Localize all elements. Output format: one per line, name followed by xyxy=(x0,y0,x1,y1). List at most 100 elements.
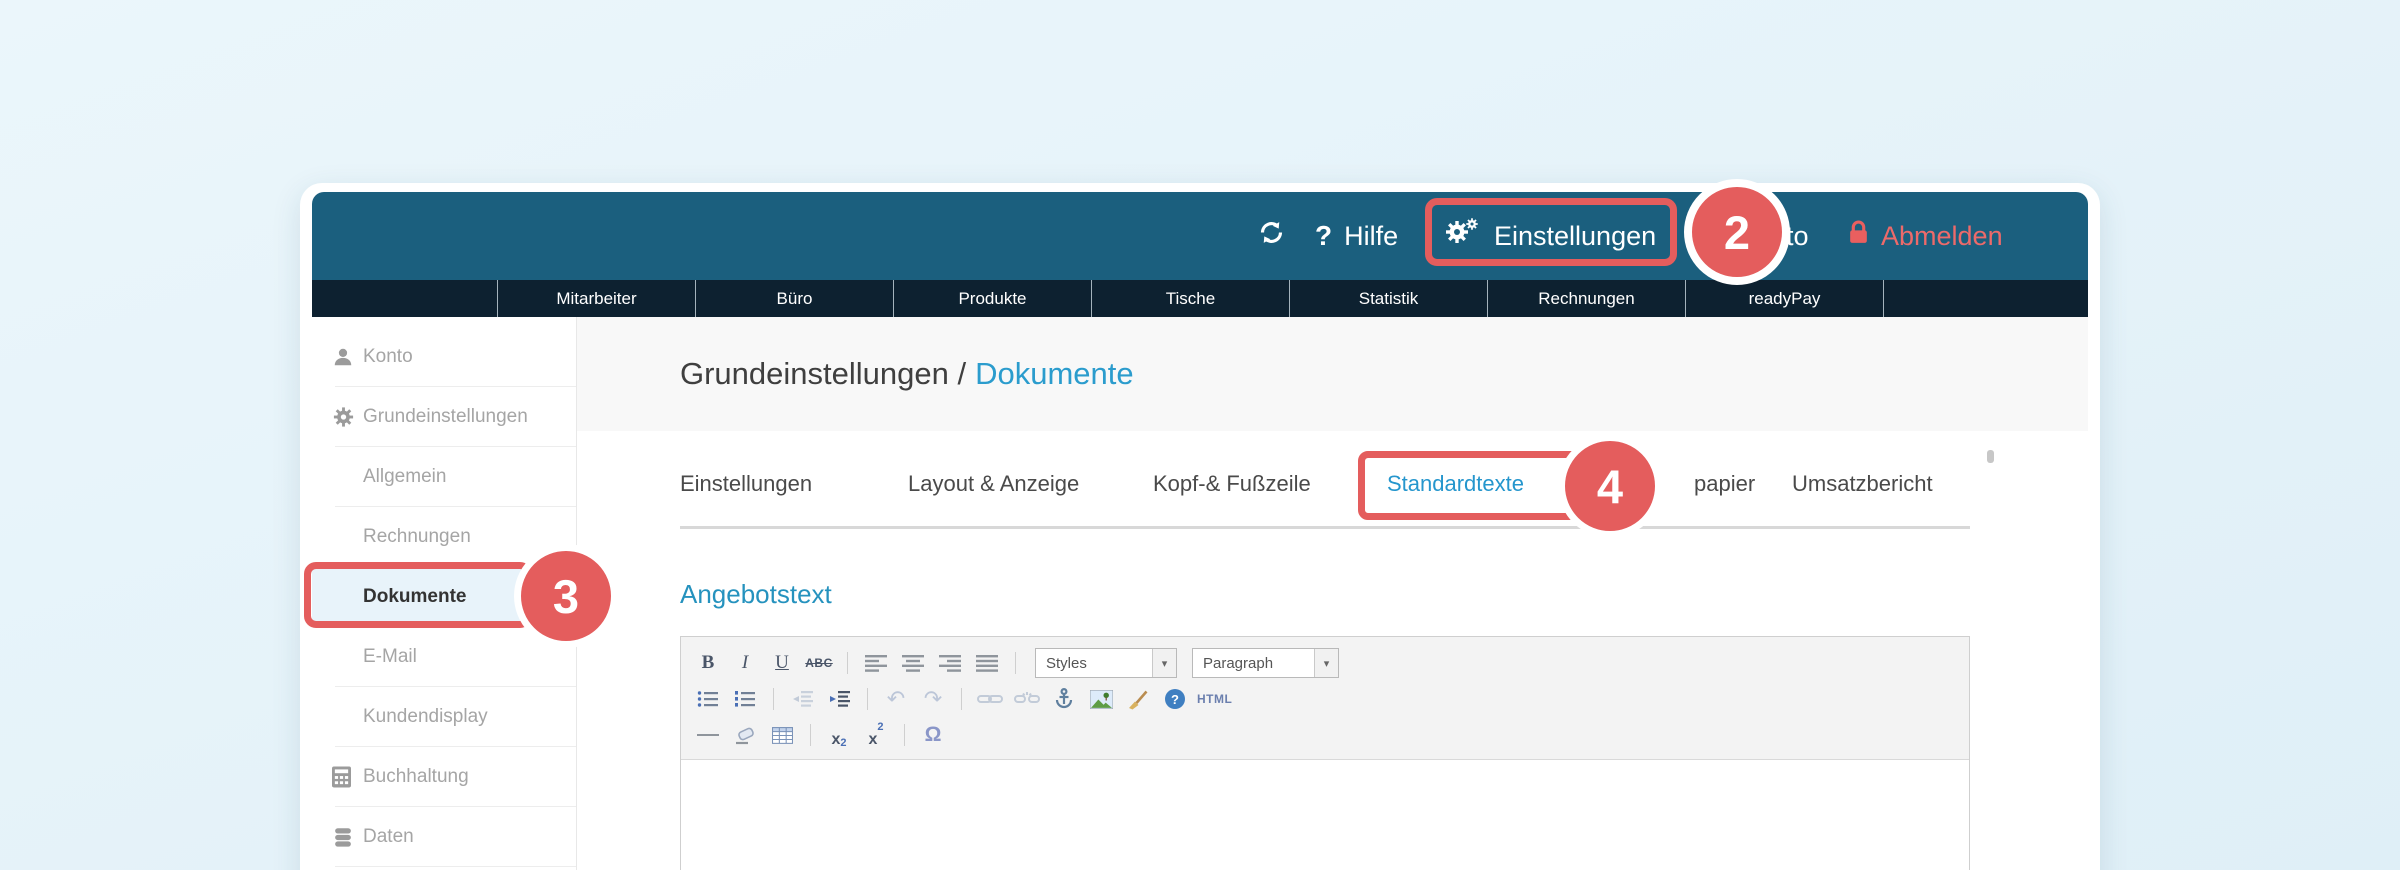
sidebar-item-label: Kundendisplay xyxy=(363,706,488,727)
nav-item-rechnungen[interactable]: Rechnungen xyxy=(1487,280,1685,317)
bold-button[interactable]: B xyxy=(693,649,723,677)
scrollbar-thumb[interactable] xyxy=(1987,450,1994,463)
table-button[interactable] xyxy=(767,721,797,749)
refresh-button[interactable] xyxy=(1258,192,1285,280)
chevron-down-icon: ▾ xyxy=(1152,649,1176,677)
superscript-base: x xyxy=(868,731,878,748)
nav-item-buero[interactable]: Büro xyxy=(695,280,893,317)
numbered-list-button[interactable] xyxy=(730,685,760,713)
align-left-button[interactable] xyxy=(861,649,891,677)
subscript-mark: 2 xyxy=(840,737,847,749)
tab-layout-anzeige[interactable]: Layout & Anzeige xyxy=(908,467,1079,501)
editor-text-area[interactable] xyxy=(681,759,1969,870)
help-label: Hilfe xyxy=(1344,220,1399,251)
undo-button[interactable]: ↶ xyxy=(881,685,911,713)
toolbar-separator xyxy=(1015,652,1016,674)
breadcrumb-current[interactable]: Dokumente xyxy=(975,356,1134,392)
richtext-editor: B I U ABC Styles ▾ Paragraph ▾ ↶ ↷ ? HTM… xyxy=(680,636,1970,870)
page-title-bar: Grundeinstellungen / Dokumente xyxy=(577,317,2088,431)
question-icon: ? xyxy=(1315,220,1333,251)
styles-dropdown[interactable]: Styles ▾ xyxy=(1035,648,1177,678)
special-char-button[interactable]: Ω xyxy=(918,721,948,749)
html-source-button[interactable]: HTML xyxy=(1197,685,1232,713)
lock-icon xyxy=(1848,220,1869,252)
tab-briefpapier[interactable]: papier xyxy=(1694,467,1755,501)
bullet-list-button[interactable] xyxy=(693,685,723,713)
underline-button[interactable]: U xyxy=(767,649,797,677)
screenshot-canvas: ? Hilfe Einstellungen Abmelden Mitarbeit… xyxy=(0,0,2400,870)
calculator-icon xyxy=(332,766,351,788)
nav-item-statistik[interactable]: Statistik xyxy=(1289,280,1487,317)
sidebar-item-label: Buchhaltung xyxy=(363,766,469,787)
sidebar-item-label: E-Mail xyxy=(363,646,417,667)
paragraph-dropdown-value: Paragraph xyxy=(1203,654,1274,672)
main-navigation: Mitarbeiter Büro Produkte Tische Statist… xyxy=(312,280,2088,317)
database-icon xyxy=(332,827,354,848)
step-badge-3: 3 xyxy=(514,544,618,648)
tab-kopf-fusszeile[interactable]: Kopf-& Fußzeile xyxy=(1153,467,1311,501)
cleanup-button[interactable] xyxy=(1123,685,1153,713)
help-button[interactable]: ? xyxy=(1160,685,1190,713)
app-header: ? Hilfe Einstellungen Abmelden xyxy=(312,192,2088,280)
remove-format-button[interactable] xyxy=(730,721,760,749)
logout-menu-item[interactable]: Abmelden xyxy=(1848,192,2003,280)
step-badge-2: 2 xyxy=(1684,179,1790,285)
editor-toolbar: B I U ABC Styles ▾ Paragraph ▾ ↶ ↷ ? HTM… xyxy=(681,637,1969,759)
strikethrough-button[interactable]: ABC xyxy=(804,649,834,677)
gear-icon xyxy=(332,406,355,429)
link-button[interactable] xyxy=(975,685,1005,713)
sidebar-item-konto[interactable]: Konto xyxy=(312,327,576,387)
unlink-button[interactable] xyxy=(1012,685,1042,713)
nav-spacer xyxy=(1883,280,2088,317)
tabs-divider xyxy=(680,526,1970,529)
redo-button[interactable]: ↷ xyxy=(918,685,948,713)
horizontal-rule-icon xyxy=(697,734,719,736)
tab-einstellungen[interactable]: Einstellungen xyxy=(680,467,812,501)
sidebar-item-label: Daten xyxy=(363,826,414,847)
sidebar-item-daten[interactable]: Daten xyxy=(312,807,576,867)
image-button[interactable] xyxy=(1086,685,1116,713)
toolbar-separator xyxy=(773,688,774,710)
align-center-button[interactable] xyxy=(898,649,928,677)
sidebar-item-label: Allgemein xyxy=(363,466,447,487)
step-badge-4: 4 xyxy=(1558,434,1662,538)
paragraph-dropdown[interactable]: Paragraph ▾ xyxy=(1192,648,1339,678)
styles-dropdown-value: Styles xyxy=(1046,654,1087,672)
horizontal-rule-button[interactable] xyxy=(693,721,723,749)
align-right-button[interactable] xyxy=(935,649,965,677)
highlight-box-standardtexte xyxy=(1358,451,1589,520)
superscript-mark: 2 xyxy=(877,721,884,733)
italic-button[interactable]: I xyxy=(730,649,760,677)
sidebar-item-label: Konto xyxy=(363,346,413,367)
nav-item-readypay[interactable]: readyPay xyxy=(1685,280,1883,317)
tab-umsatzbericht[interactable]: Umsatzbericht xyxy=(1792,467,1933,501)
logout-label: Abmelden xyxy=(1881,220,2003,251)
sidebar-item-buchhaltung[interactable]: Buchhaltung xyxy=(312,747,576,807)
help-menu-item[interactable]: ? Hilfe xyxy=(1315,192,1398,280)
subscript-button[interactable]: x2 xyxy=(824,721,854,749)
nav-item-mitarbeiter[interactable]: Mitarbeiter xyxy=(497,280,695,317)
toolbar-separator xyxy=(961,688,962,710)
settings-content: Grundeinstellungen / Dokumente Einstellu… xyxy=(577,317,2088,870)
justify-button[interactable] xyxy=(972,649,1002,677)
toolbar-separator xyxy=(847,652,848,674)
outdent-button[interactable] xyxy=(787,685,817,713)
anchor-button[interactable] xyxy=(1049,685,1079,713)
indent-button[interactable] xyxy=(824,685,854,713)
nav-item-tische[interactable]: Tische xyxy=(1091,280,1289,317)
section-title: Angebotstext xyxy=(680,579,832,609)
highlight-box-dokumente xyxy=(304,562,532,628)
sidebar-item-grundeinstellungen[interactable]: Grundeinstellungen xyxy=(312,387,576,447)
sidebar-item-kundendisplay[interactable]: Kundendisplay xyxy=(312,687,576,747)
superscript-button[interactable]: x2 xyxy=(861,721,891,749)
toolbar-separator xyxy=(904,724,905,746)
nav-item-produkte[interactable]: Produkte xyxy=(893,280,1091,317)
breadcrumb-section: Grundeinstellungen / xyxy=(680,356,967,391)
subscript-base: x xyxy=(831,731,841,748)
sidebar-item-allgemein[interactable]: Allgemein xyxy=(312,447,576,507)
refresh-icon xyxy=(1258,219,1285,253)
toolbar-separator xyxy=(867,688,868,710)
sidebar-item-label: Rechnungen xyxy=(363,526,471,547)
question-circle-icon: ? xyxy=(1165,689,1185,709)
